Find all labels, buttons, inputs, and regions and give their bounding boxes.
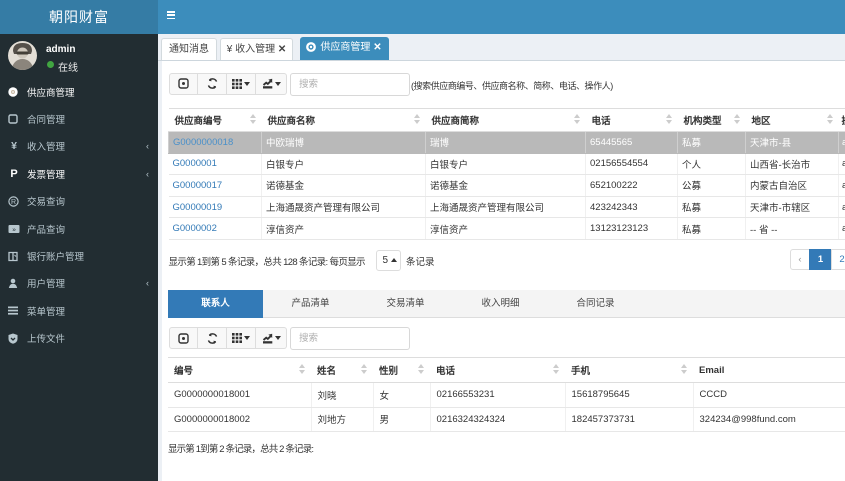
svg-text:»: » <box>12 226 16 233</box>
svg-text:R: R <box>11 199 16 206</box>
